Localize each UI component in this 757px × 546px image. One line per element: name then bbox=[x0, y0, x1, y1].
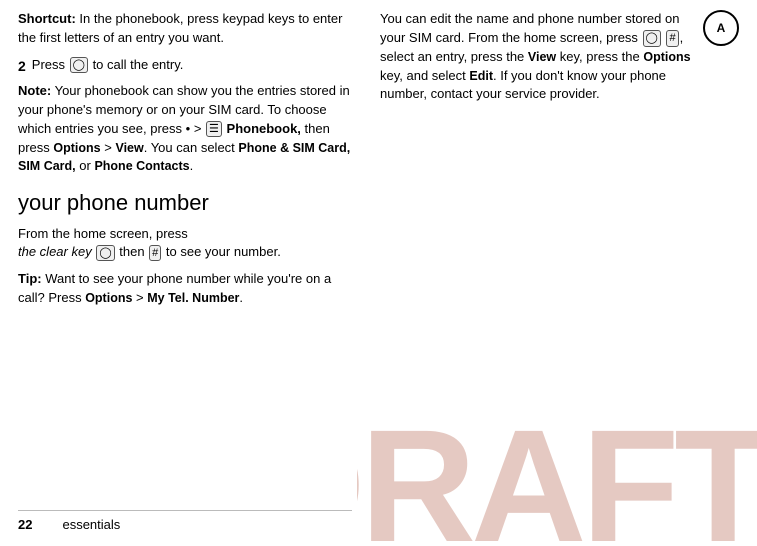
note-sim-card: SIM Card, bbox=[18, 159, 76, 173]
note-block: Note: Your phonebook can show you the en… bbox=[18, 82, 352, 176]
section-heading: your phone number bbox=[18, 190, 352, 216]
shortcut-paragraph: Shortcut: In the phonebook, press keypad… bbox=[18, 10, 352, 48]
note-options: Options bbox=[53, 141, 100, 155]
right-view-key: View bbox=[528, 50, 556, 64]
note-or: or bbox=[76, 158, 95, 173]
tip-block: Tip: Want to see your phone number while… bbox=[18, 270, 352, 308]
tip-paragraph: Tip: Want to see your phone number while… bbox=[18, 270, 352, 308]
right-options-key: Options bbox=[643, 50, 690, 64]
hash-kbd: # bbox=[149, 245, 161, 261]
circle-label: A bbox=[717, 21, 726, 35]
note-label: Note: bbox=[18, 83, 51, 98]
right-kbd1b: # bbox=[666, 30, 678, 46]
shortcut-block: Shortcut: In the phonebook, press keypad… bbox=[18, 10, 352, 48]
tip-mytel: My Tel. Number bbox=[147, 291, 239, 305]
step2-text2: to call the entry. bbox=[89, 57, 183, 72]
right-text4: key, and select bbox=[380, 68, 469, 83]
tip-period: . bbox=[239, 290, 243, 305]
tip-gt: > bbox=[132, 290, 147, 305]
tip-options: Options bbox=[85, 291, 132, 305]
right-kbd1: ◯ bbox=[643, 30, 661, 46]
circle-icon: A bbox=[703, 10, 739, 46]
note-phone-contacts: Phone Contacts bbox=[94, 159, 189, 173]
note-period: . bbox=[190, 158, 194, 173]
step2-press-text: Press bbox=[32, 57, 69, 72]
right-edit-key: Edit bbox=[469, 69, 493, 83]
note-phonebook-icon: ☰ bbox=[206, 121, 222, 137]
left-column: Shortcut: In the phonebook, press keypad… bbox=[0, 0, 370, 546]
note-phonebook-label: Phonebook, bbox=[223, 121, 301, 136]
from-paragraph: From the home screen, press the clear ke… bbox=[18, 225, 352, 263]
step2-call-key: ◯ bbox=[70, 57, 88, 73]
step2-number: 2 bbox=[18, 56, 26, 76]
right-header-block: You can edit the name and phone number s… bbox=[380, 10, 739, 110]
note-view: View bbox=[115, 141, 143, 155]
see-text: to see your number. bbox=[162, 244, 281, 259]
shortcut-label: Shortcut: bbox=[18, 11, 76, 26]
note-paragraph: Note: Your phonebook can show you the en… bbox=[18, 82, 352, 176]
page-footer: 22 essentials bbox=[18, 510, 352, 532]
right-column: You can edit the name and phone number s… bbox=[370, 0, 757, 546]
note-gt: > bbox=[190, 121, 205, 136]
step2-text: Press ◯ to call the entry. bbox=[32, 56, 184, 76]
tip-label: Tip: bbox=[18, 271, 42, 286]
note-phone-sim: Phone & SIM Card, bbox=[238, 141, 350, 155]
page-number: 22 bbox=[18, 517, 32, 532]
page-container: Shortcut: In the phonebook, press keypad… bbox=[0, 0, 757, 546]
note-select: . You can select bbox=[144, 140, 239, 155]
then-text: then bbox=[116, 244, 149, 259]
step2-block: 2 Press ◯ to call the entry. bbox=[18, 56, 352, 76]
note-gt2: > bbox=[101, 140, 116, 155]
clear-key-kbd: ◯ bbox=[96, 245, 114, 261]
page-label: essentials bbox=[62, 517, 120, 532]
clear-key-prefix: the clear key bbox=[18, 244, 95, 259]
phone-number-block: From the home screen, press the clear ke… bbox=[18, 225, 352, 263]
right-paragraph: You can edit the name and phone number s… bbox=[380, 10, 695, 104]
right-text3: key, press the bbox=[556, 49, 643, 64]
right-text1: You can edit the name and phone number s… bbox=[380, 11, 679, 45]
from-text: From the home screen, press bbox=[18, 226, 188, 241]
